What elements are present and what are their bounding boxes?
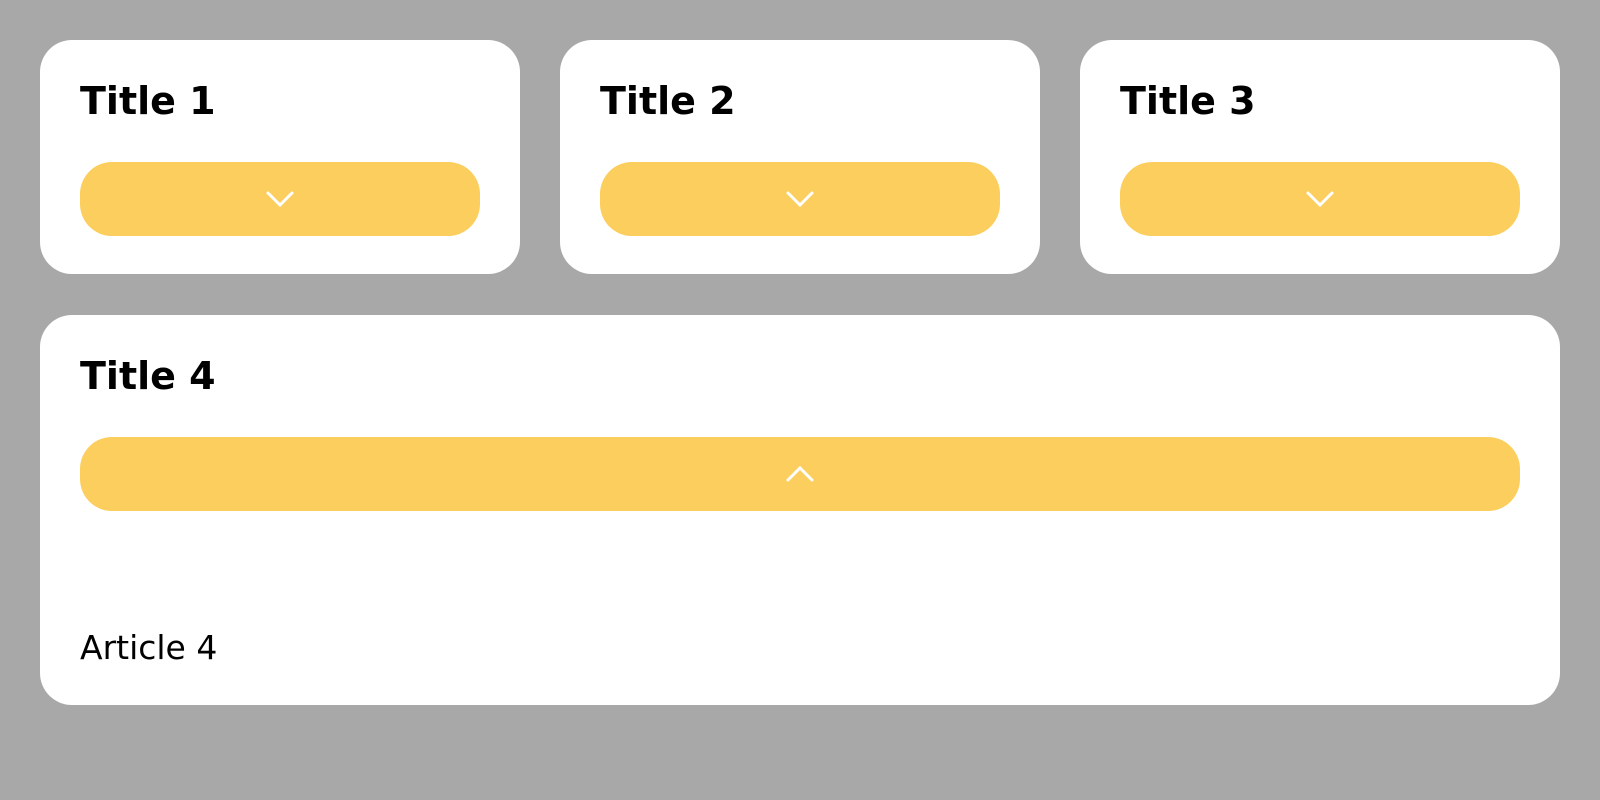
card-title: Title 2 [600,79,736,123]
expand-toggle-button[interactable] [600,162,1000,236]
chevron-up-icon [786,465,814,482]
accordion-card-4: Title 4 Article 4 [40,315,1560,705]
article-content: Article 4 [80,628,218,667]
chevron-down-icon [1306,191,1334,208]
accordion-card-1: Title 1 [40,40,520,274]
expand-toggle-button[interactable] [1120,162,1520,236]
collapse-toggle-button[interactable] [80,437,1520,511]
card-title: Title 3 [1120,79,1256,123]
chevron-down-icon [786,191,814,208]
card-title: Title 1 [80,79,216,123]
accordion-card-2: Title 2 [560,40,1040,274]
accordion-card-3: Title 3 [1080,40,1560,274]
expand-toggle-button[interactable] [80,162,480,236]
card-title: Title 4 [80,354,216,398]
chevron-down-icon [266,191,294,208]
